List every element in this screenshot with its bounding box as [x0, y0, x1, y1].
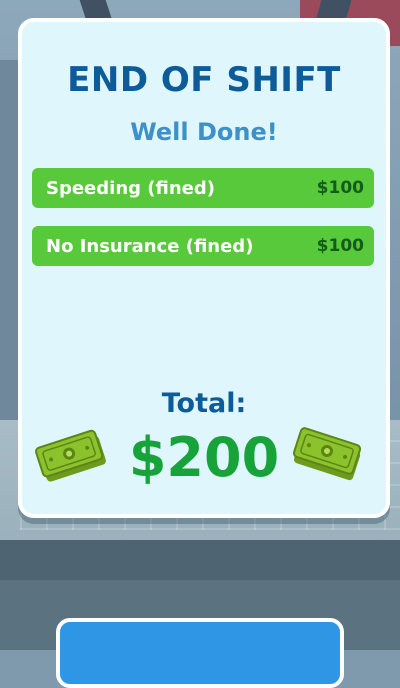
fine-amount: $100 — [316, 178, 364, 198]
fine-label: No Insurance (fined) — [46, 235, 254, 257]
fine-row: Speeding (fined) $100 — [32, 168, 374, 208]
fines-list: Speeding (fined) $100 No Insurance (fine… — [32, 168, 374, 284]
background-rail — [0, 60, 20, 440]
fine-label: Speeding (fined) — [46, 177, 215, 199]
background-road — [0, 540, 400, 580]
fine-amount: $100 — [316, 236, 364, 256]
panel-title: END OF SHIFT — [67, 60, 341, 100]
cash-stack-icon — [35, 429, 106, 482]
fine-row: No Insurance (fined) $100 — [32, 226, 374, 266]
total-label: Total: — [161, 388, 247, 419]
claim-button[interactable] — [56, 618, 344, 688]
end-of-shift-panel: END OF SHIFT Well Done! Speeding (fined)… — [18, 18, 390, 518]
panel-subtitle: Well Done! — [130, 118, 278, 146]
cash-stack-icon — [292, 427, 362, 481]
